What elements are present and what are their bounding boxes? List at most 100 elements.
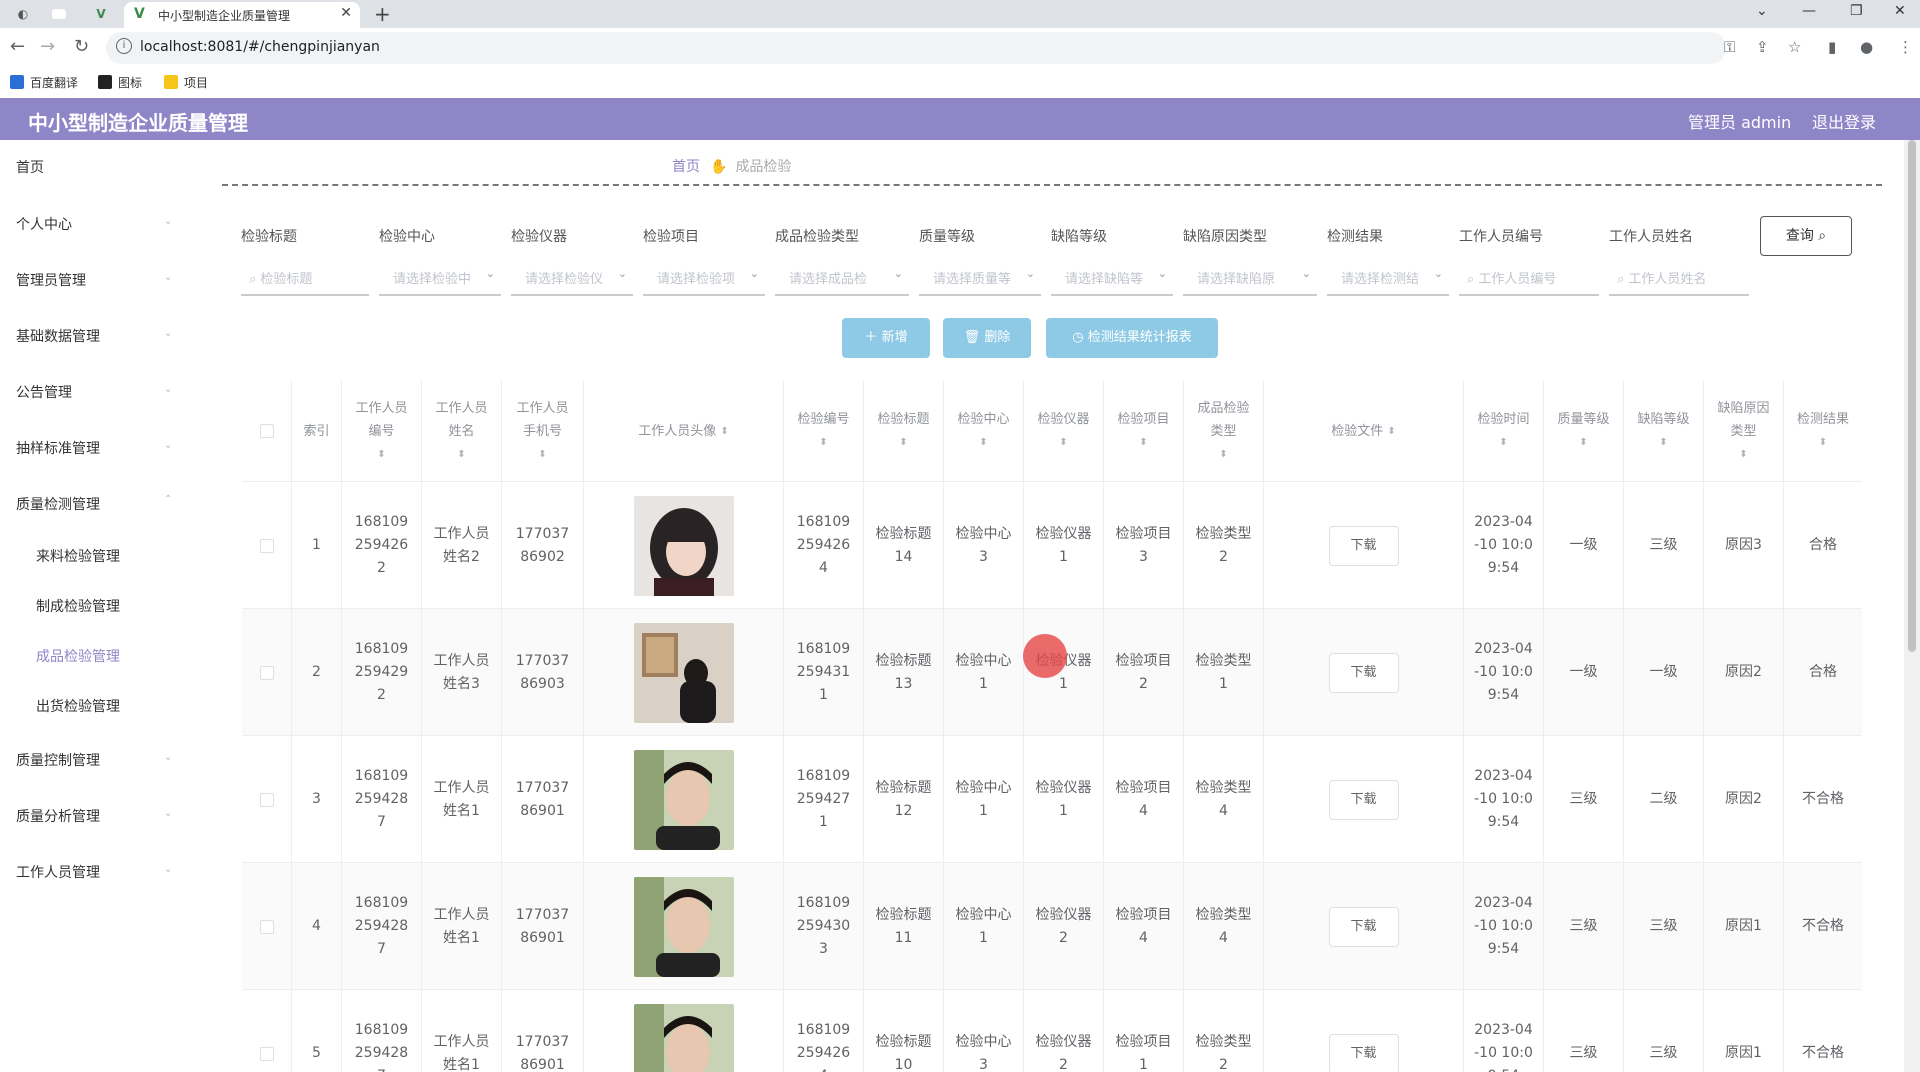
- item-select[interactable]: 请选择检验项 ⌄: [643, 260, 765, 296]
- header-item[interactable]: 检验项目 ⬍: [1104, 380, 1184, 482]
- avatar[interactable]: [633, 876, 734, 977]
- result-select[interactable]: 请选择检测结 ⌄: [1327, 260, 1449, 296]
- bookmark-translate[interactable]: 百度翻译: [10, 74, 78, 91]
- header-staff-phone[interactable]: 工作人员手机号 ⬍: [502, 380, 584, 482]
- sidebar-item-quality-inspection[interactable]: 质量检测管理: [16, 494, 100, 514]
- query-button[interactable]: 查询 ⌕: [1760, 216, 1852, 256]
- sidebar-sub-process[interactable]: 制成检验管理: [36, 596, 120, 616]
- address-bar[interactable]: i localhost:8081/#/chengpinjianyan: [106, 32, 1726, 64]
- key-icon[interactable]: ⚿: [1724, 38, 1735, 56]
- reason-select[interactable]: 请选择缺陷原 ⌄: [1183, 260, 1317, 296]
- sidebar-item-personal[interactable]: 个人中心: [16, 214, 72, 234]
- table-row[interactable]: 5 1681092594287 工作人员姓名1 17703786901 16810925…: [242, 990, 1862, 1072]
- close-icon[interactable]: ✕: [340, 5, 352, 21]
- window-close-icon[interactable]: ✕: [1894, 3, 1906, 19]
- header-result[interactable]: 检测结果 ⬍: [1784, 380, 1862, 482]
- quality-select[interactable]: 请选择质量等 ⌄: [919, 260, 1041, 296]
- download-button[interactable]: 下载: [1328, 779, 1399, 820]
- sort-icon[interactable]: ⬍: [1716, 443, 1772, 466]
- info-icon[interactable]: i: [116, 38, 132, 54]
- menu-icon[interactable]: ⋮: [1898, 38, 1913, 56]
- checkbox[interactable]: [259, 665, 274, 680]
- back-icon[interactable]: ←: [10, 36, 25, 57]
- new-tab-icon[interactable]: +: [374, 2, 391, 26]
- download-button[interactable]: 下载: [1328, 906, 1399, 947]
- table-row[interactable]: 3 1681092594287 工作人员姓名1 17703786901 16810925…: [242, 736, 1862, 863]
- sidepanel-icon[interactable]: ▮: [1828, 38, 1836, 56]
- sidebar-item-admin[interactable]: 管理员管理: [16, 270, 86, 290]
- delete-button[interactable]: 🗑 删除: [943, 318, 1031, 358]
- active-tab[interactable]: V 中小型制造企业质量管理 ✕: [124, 2, 360, 28]
- avatar[interactable]: [633, 495, 734, 596]
- instrument-select[interactable]: 请选择检验仪 ⌄: [511, 260, 633, 296]
- sort-icon[interactable]: ⬍: [957, 431, 1009, 454]
- header-quality[interactable]: 质量等级 ⬍: [1544, 380, 1624, 482]
- table-row[interactable]: 1 1681092594262 工作人员姓名2 17703786902 16810925…: [242, 482, 1862, 609]
- download-button[interactable]: 下载: [1328, 1033, 1399, 1072]
- staff-no-search-input[interactable]: ⌕ 工作人员编号: [1459, 260, 1599, 296]
- header-type[interactable]: 成品检验类型 ⬍: [1184, 380, 1264, 482]
- tab-icon-3[interactable]: V: [92, 5, 110, 23]
- type-select[interactable]: 请选择成品检 ⌄: [775, 260, 909, 296]
- profile-icon[interactable]: ●: [1860, 38, 1873, 56]
- logout-link[interactable]: 退出登录: [1812, 109, 1876, 133]
- sidebar-item-home[interactable]: 首页: [16, 157, 44, 177]
- sort-icon[interactable]: ⬍: [1387, 420, 1395, 443]
- sort-icon[interactable]: ⬍: [877, 431, 929, 454]
- header-defect[interactable]: 缺陷等级 ⬍: [1624, 380, 1704, 482]
- checkbox[interactable]: [259, 919, 274, 934]
- avatar[interactable]: [633, 622, 734, 723]
- sort-icon[interactable]: ⬍: [515, 443, 571, 466]
- header-time[interactable]: 检验时间 ⬍: [1464, 380, 1544, 482]
- add-button[interactable]: ＋ 新增: [842, 318, 930, 358]
- header-avatar[interactable]: 工作人员头像 ⬍: [584, 380, 784, 482]
- share-icon[interactable]: ⇪: [1756, 38, 1769, 56]
- sidebar-item-quality-control[interactable]: 质量控制管理: [16, 750, 100, 770]
- sidebar-sub-incoming[interactable]: 来料检验管理: [36, 546, 120, 566]
- sidebar-item-basedata[interactable]: 基础数据管理: [16, 326, 100, 346]
- restore-icon[interactable]: ❐: [1850, 3, 1863, 19]
- defect-select[interactable]: 请选择缺陷等 ⌄: [1051, 260, 1173, 296]
- header-staff-no[interactable]: 工作人员编号 ⬍: [342, 380, 422, 482]
- star-icon[interactable]: ☆: [1788, 38, 1801, 56]
- header-reason[interactable]: 缺陷原因类型 ⬍: [1704, 380, 1784, 482]
- report-button[interactable]: ◷ 检测结果统计报表: [1046, 318, 1218, 358]
- sort-icon[interactable]: ⬍: [797, 431, 849, 454]
- table-row[interactable]: 4 1681092594287 工作人员姓名1 17703786901 16810925…: [242, 863, 1862, 990]
- header-insp-title[interactable]: 检验标题 ⬍: [864, 380, 944, 482]
- sort-icon[interactable]: ⬍: [1037, 431, 1089, 454]
- sort-icon[interactable]: ⬍: [434, 443, 490, 466]
- avatar[interactable]: [633, 1003, 734, 1072]
- header-insp-no[interactable]: 检验编号 ⬍: [784, 380, 864, 482]
- sort-icon[interactable]: ⬍: [1196, 443, 1252, 466]
- checkbox[interactable]: [259, 424, 274, 438]
- checkbox[interactable]: [259, 1046, 274, 1061]
- sidebar-item-notice[interactable]: 公告管理: [16, 382, 72, 402]
- reload-icon[interactable]: ↻: [74, 36, 89, 57]
- scrollbar-thumb[interactable]: [1908, 140, 1916, 652]
- header-select-all[interactable]: [242, 380, 292, 482]
- breadcrumb-home[interactable]: 首页: [672, 159, 700, 175]
- bookmark-icons[interactable]: 图标: [98, 74, 142, 91]
- download-button[interactable]: 下载: [1328, 525, 1399, 566]
- sort-icon[interactable]: ⬍: [1117, 431, 1169, 454]
- tab-list-icon[interactable]: ⌄: [1756, 3, 1768, 19]
- avatar[interactable]: [633, 749, 734, 850]
- checkbox[interactable]: [259, 792, 274, 807]
- sort-icon[interactable]: ⬍: [1637, 431, 1689, 454]
- header-file[interactable]: 检验文件 ⬍: [1264, 380, 1464, 482]
- center-select[interactable]: 请选择检验中 ⌄: [379, 260, 501, 296]
- staff-name-search-input[interactable]: ⌕ 工作人员姓名: [1609, 260, 1749, 296]
- sidebar-item-quality-analysis[interactable]: 质量分析管理: [16, 806, 100, 826]
- checkbox[interactable]: [259, 538, 274, 553]
- sidebar-item-staff[interactable]: 工作人员管理: [16, 862, 100, 882]
- download-button[interactable]: 下载: [1328, 652, 1399, 693]
- sort-icon[interactable]: ⬍: [1477, 431, 1529, 454]
- tab-icon-2[interactable]: [52, 9, 66, 19]
- sort-icon[interactable]: ⬍: [354, 443, 410, 466]
- bookmark-project[interactable]: 项目: [164, 74, 208, 91]
- minimize-icon[interactable]: —: [1802, 3, 1816, 19]
- title-search-input[interactable]: ⌕ 检验标题: [241, 260, 369, 296]
- sort-icon[interactable]: ⬍: [1797, 431, 1849, 454]
- header-instrument[interactable]: 检验仪器 ⬍: [1024, 380, 1104, 482]
